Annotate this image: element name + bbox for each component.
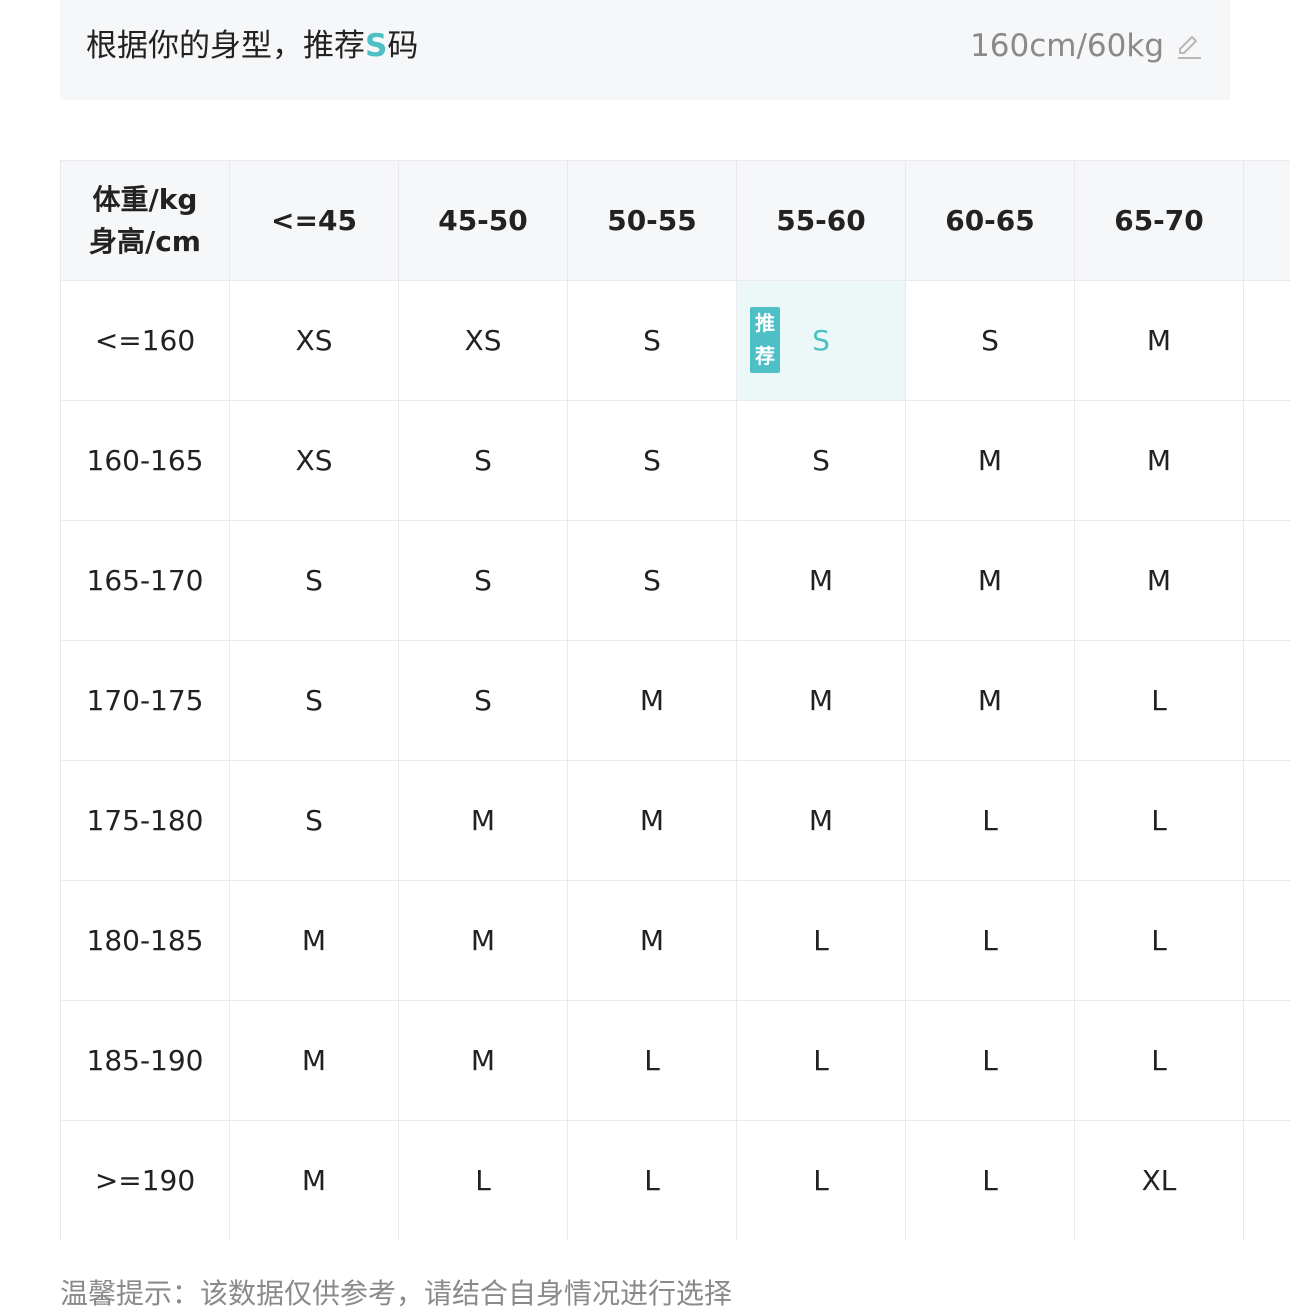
size-cell: M	[906, 641, 1075, 761]
size-cell: S	[399, 401, 568, 521]
size-recommendation-banner: 根据你的身型，推荐S码 160cm/60kg	[60, 0, 1230, 100]
size-cell: L	[568, 1001, 737, 1121]
body-metrics[interactable]: 160cm/60kg	[970, 24, 1204, 68]
size-cell: S	[399, 641, 568, 761]
height-header-cell: 160-165	[61, 401, 230, 521]
size-cell: S	[230, 761, 399, 881]
size-cell: XS	[399, 281, 568, 401]
size-cell: M	[230, 881, 399, 1001]
size-cell	[1244, 761, 1290, 881]
recommended-size-cell: 推荐S	[737, 281, 906, 401]
size-cell: M	[399, 1001, 568, 1121]
size-cell: S	[568, 281, 737, 401]
size-cell: L	[906, 881, 1075, 1001]
disclaimer-note: 温馨提示：该数据仅供参考，请结合自身情况进行选择	[60, 1272, 732, 1312]
size-cell	[1244, 1001, 1290, 1121]
recommendation-text: 根据你的身型，推荐S码	[86, 24, 418, 68]
size-cell: S	[230, 521, 399, 641]
size-cell: L	[906, 761, 1075, 881]
table-row: 185-190MMLLLL	[61, 1001, 1290, 1121]
height-weight-value: 160cm/60kg	[970, 24, 1164, 68]
size-cell: M	[568, 761, 737, 881]
size-cell	[1244, 1121, 1290, 1241]
recommendation-suffix: 码	[387, 28, 418, 64]
size-cell: M	[1075, 401, 1244, 521]
size-cell	[1244, 881, 1290, 1001]
size-cell: XS	[230, 401, 399, 521]
pencil-icon[interactable]	[1174, 31, 1204, 61]
weight-header-cell: 60-65	[906, 161, 1075, 281]
height-header-cell: <=160	[61, 281, 230, 401]
recommended-badge-char: 荐	[750, 340, 780, 373]
size-cell: L	[1075, 1001, 1244, 1121]
table-row: >=190MLLLLXL	[61, 1121, 1290, 1241]
height-header-cell: 170-175	[61, 641, 230, 761]
weight-axis-label: 体重/kg	[61, 179, 229, 221]
height-axis-label: 身高/cm	[61, 221, 229, 263]
table-row: 180-185MMMLLL	[61, 881, 1290, 1001]
size-cell: L	[1075, 881, 1244, 1001]
table-row: 165-170SSSMMM	[61, 521, 1290, 641]
weight-header-cell: 65-70	[1075, 161, 1244, 281]
size-cell: M	[1075, 521, 1244, 641]
size-cell: M	[906, 521, 1075, 641]
size-cell: L	[737, 1121, 906, 1241]
size-cell: L	[737, 881, 906, 1001]
size-cell: XS	[230, 281, 399, 401]
size-cell	[1244, 281, 1290, 401]
size-cell: M	[230, 1001, 399, 1121]
size-cell: S	[568, 521, 737, 641]
size-cell: S	[906, 281, 1075, 401]
weight-header-cell: 55-60	[737, 161, 906, 281]
size-cell: L	[906, 1121, 1075, 1241]
corner-header-cell: 体重/kg 身高/cm	[61, 161, 230, 281]
size-cell: M	[568, 881, 737, 1001]
table-header-row: 体重/kg 身高/cm <=4545-5050-5555-6060-6565-7…	[61, 161, 1290, 281]
height-header-cell: 175-180	[61, 761, 230, 881]
size-cell: S	[399, 521, 568, 641]
size-cell: L	[568, 1121, 737, 1241]
recommended-badge: 推荐	[750, 307, 780, 373]
size-cell: S	[230, 641, 399, 761]
table-row: 160-165XSSSSMM	[61, 401, 1290, 521]
size-cell: M	[1075, 281, 1244, 401]
size-cell: M	[399, 761, 568, 881]
size-cell: S	[737, 401, 906, 521]
height-header-cell: 165-170	[61, 521, 230, 641]
size-cell: M	[568, 641, 737, 761]
recommended-badge-char: 推	[750, 307, 780, 340]
size-cell: XL	[1075, 1121, 1244, 1241]
table-row: 170-175SSMMML	[61, 641, 1290, 761]
table-row: <=160XSXSS推荐SSM	[61, 281, 1290, 401]
size-cell: L	[399, 1121, 568, 1241]
size-chart-table-container[interactable]: 体重/kg 身高/cm <=4545-5050-5555-6060-6565-7…	[60, 160, 1290, 1240]
size-cell: M	[906, 401, 1075, 521]
weight-header-cell: 45-50	[399, 161, 568, 281]
table-row: 175-180SMMMLL	[61, 761, 1290, 881]
size-cell: M	[737, 641, 906, 761]
size-cell: M	[230, 1121, 399, 1241]
size-value: S	[812, 324, 830, 357]
size-cell: S	[568, 401, 737, 521]
size-cell: M	[737, 761, 906, 881]
recommended-size: S	[365, 28, 387, 64]
size-cell	[1244, 521, 1290, 641]
weight-header-cell: <=45	[230, 161, 399, 281]
weight-header-cell: 50-55	[568, 161, 737, 281]
size-cell: L	[1075, 641, 1244, 761]
size-cell: M	[399, 881, 568, 1001]
size-cell: L	[906, 1001, 1075, 1121]
size-cell	[1244, 401, 1290, 521]
height-header-cell: 185-190	[61, 1001, 230, 1121]
size-cell: M	[737, 521, 906, 641]
recommendation-prefix: 根据你的身型，推荐	[86, 28, 365, 64]
size-cell: L	[737, 1001, 906, 1121]
size-cell: L	[1075, 761, 1244, 881]
height-header-cell: 180-185	[61, 881, 230, 1001]
size-cell	[1244, 641, 1290, 761]
weight-header-cell: 7	[1244, 161, 1290, 281]
height-header-cell: >=190	[61, 1121, 230, 1241]
size-chart-table: 体重/kg 身高/cm <=4545-5050-5555-6060-6565-7…	[60, 160, 1290, 1240]
